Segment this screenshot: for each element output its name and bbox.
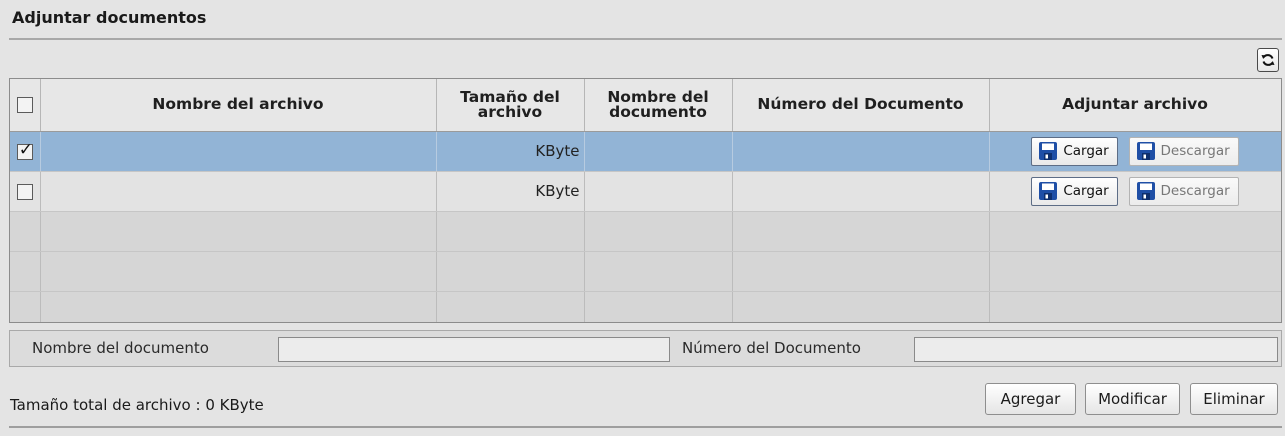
nombre-documento-label: Nombre del documento [32, 339, 209, 357]
col-nombre-documento[interactable]: Nombre del documento [584, 79, 733, 132]
nombre-documento-input[interactable] [278, 337, 670, 362]
total-size-label: Tamaño total de archivo : [10, 396, 201, 414]
col-tamano-archivo[interactable]: Tamaño del archivo [436, 79, 585, 132]
panel-title: Adjuntar documentos [12, 8, 207, 27]
cell-nombre-archivo [40, 171, 437, 212]
descargar-label: Descargar [1160, 183, 1230, 199]
col-numero-documento[interactable]: Número del Documento [732, 79, 990, 132]
row-checkbox[interactable] [16, 183, 33, 200]
row-select-cell [10, 171, 41, 212]
descargar-label: Descargar [1160, 143, 1230, 159]
cell-nombre-documento [584, 131, 733, 172]
descargar-button[interactable]: Descargar [1128, 136, 1239, 166]
col-nombre-archivo[interactable]: Nombre del archivo [40, 79, 437, 132]
cargar-label: Cargar [1063, 143, 1109, 159]
table-row[interactable]: ✓ KByte Cargar Descargar [10, 131, 1281, 172]
refresh-button[interactable] [1257, 48, 1279, 72]
cargar-button[interactable]: Cargar [1031, 136, 1118, 166]
empty-row [10, 291, 1281, 322]
select-all-cell [10, 79, 41, 132]
grid-header: Nombre del archivo Tamaño del archivo No… [10, 79, 1281, 132]
empty-row [10, 211, 1281, 252]
documents-grid: Nombre del archivo Tamaño del archivo No… [9, 78, 1282, 323]
cargar-button[interactable]: Cargar [1031, 176, 1118, 206]
bottom-divider [9, 426, 1282, 428]
floppy-disk-icon [1136, 142, 1155, 160]
cell-numero-documento [732, 171, 990, 212]
select-all-checkbox[interactable] [16, 96, 33, 113]
modificar-button[interactable]: Modificar [1085, 383, 1180, 415]
numero-documento-label: Número del Documento [682, 339, 861, 357]
cell-adjuntar: Cargar Descargar [989, 171, 1281, 212]
numero-documento-input[interactable] [914, 337, 1278, 362]
eliminar-button[interactable]: Eliminar [1190, 383, 1278, 415]
total-size: Tamaño total de archivo : 0 KByte [10, 396, 264, 414]
refresh-icon [1261, 54, 1275, 66]
row-select-cell: ✓ [10, 131, 41, 172]
checkmark-icon: ✓ [18, 139, 33, 160]
agregar-button[interactable]: Agregar [985, 383, 1076, 415]
descargar-button[interactable]: Descargar [1128, 176, 1239, 206]
cell-nombre-documento [584, 171, 733, 212]
cell-tamano: KByte [436, 131, 585, 172]
floppy-disk-icon [1039, 142, 1058, 160]
total-size-value: 0 KByte [205, 396, 264, 414]
col-adjuntar-archivo: Adjuntar archivo [989, 79, 1281, 132]
floppy-disk-icon [1039, 182, 1058, 200]
empty-row [10, 251, 1281, 292]
cell-adjuntar: Cargar Descargar [989, 131, 1281, 172]
document-form: Nombre del documento Número del Document… [9, 330, 1282, 367]
floppy-disk-icon [1136, 182, 1155, 200]
cargar-label: Cargar [1063, 183, 1109, 199]
title-divider [9, 38, 1282, 40]
row-checkbox[interactable]: ✓ [16, 140, 33, 160]
cell-numero-documento [732, 131, 990, 172]
table-row[interactable]: KByte Cargar Descargar [10, 171, 1281, 212]
cell-tamano: KByte [436, 171, 585, 212]
cell-nombre-archivo [40, 131, 437, 172]
